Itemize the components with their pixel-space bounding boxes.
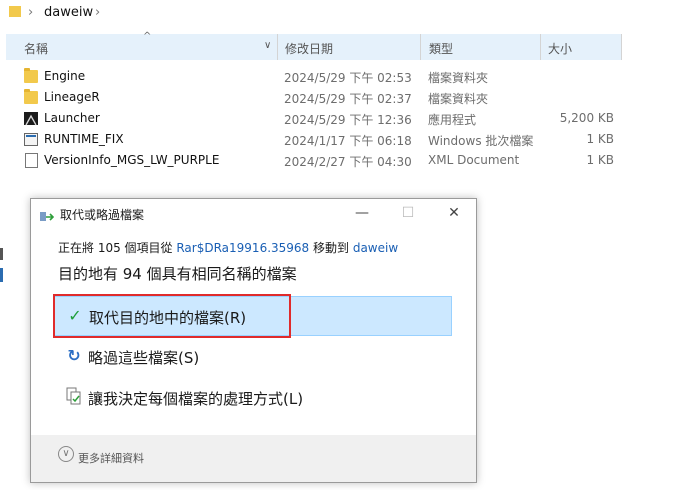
- file-date: 2024/5/29 下午 02:37: [284, 92, 412, 106]
- skip-arrow-icon: ↻: [67, 346, 81, 365]
- file-name: LineageR: [44, 90, 100, 104]
- column-divider[interactable]: [540, 34, 541, 60]
- source-link[interactable]: Rar$DRa19916.35968: [176, 241, 309, 255]
- file-name: RUNTIME_FIX: [44, 132, 124, 146]
- column-type[interactable]: 類型: [429, 40, 453, 57]
- column-date[interactable]: 修改日期: [285, 40, 333, 57]
- folder-icon: [24, 68, 38, 83]
- file-date: 2024/5/29 下午 12:36: [284, 113, 412, 127]
- column-name[interactable]: 名稱: [24, 40, 48, 57]
- file-row-runtime-fix[interactable]: RUNTIME_FIX 2024/1/17 下午 06:18 Windows 批…: [0, 129, 690, 150]
- more-details-link[interactable]: 更多詳細資料: [78, 450, 144, 466]
- file-type: 檔案資料夾: [428, 71, 489, 85]
- column-size[interactable]: 大小: [548, 40, 572, 57]
- file-row-lineager[interactable]: LineageR 2024/5/29 下午 02:37 檔案資料夾: [0, 87, 690, 108]
- progress-prefix: 正在將 105 個項目從: [58, 241, 177, 255]
- file-row-launcher[interactable]: Launcher 2024/5/29 下午 12:36 應用程式 5,200 K…: [0, 108, 690, 129]
- batch-file-icon: [24, 133, 38, 146]
- dialog-footer: ∨ 更多詳細資料: [31, 435, 476, 482]
- column-header: ^ 名稱 ∨ 修改日期 類型 大小: [6, 31, 622, 60]
- column-divider[interactable]: [621, 34, 622, 60]
- conflict-headline: 目的地有 94 個具有相同名稱的檔案: [58, 265, 297, 283]
- sort-up-icon: ^: [143, 31, 152, 42]
- file-type: 應用程式: [428, 113, 477, 127]
- annotation-highlight-box: [53, 294, 291, 338]
- destination-link[interactable]: daweiw: [353, 241, 398, 255]
- skip-option-label: 略過這些檔案(S): [88, 349, 200, 367]
- minimize-button[interactable]: —: [348, 203, 376, 223]
- file-size: 5,200 KB: [559, 111, 614, 125]
- app-icon: [24, 112, 38, 126]
- file-name: Engine: [44, 69, 86, 83]
- file-type: Windows 批次檔案: [428, 134, 534, 148]
- folder-icon: [24, 89, 38, 104]
- chevron-right-icon[interactable]: ›: [95, 5, 100, 20]
- breadcrumb-daweiw[interactable]: daweiw: [44, 5, 93, 20]
- address-bar: › daweiw ›: [0, 0, 690, 26]
- chevron-down-circle-icon[interactable]: ∨: [58, 446, 74, 462]
- folder-icon: [9, 6, 21, 17]
- replace-or-skip-dialog: 取代或略過檔案 — ☐ ✕ 正在將 105 個項目從 Rar$DRa19916.…: [30, 198, 477, 483]
- move-files-icon: [40, 208, 55, 227]
- xml-file-icon: [25, 153, 38, 168]
- nav-pane-edge: [0, 268, 3, 282]
- skip-files-option[interactable]: ↻ 略過這些檔案(S): [54, 337, 452, 377]
- maximize-button[interactable]: ☐: [394, 203, 422, 223]
- file-type: 檔案資料夾: [428, 92, 489, 106]
- file-size: 1 KB: [586, 153, 614, 167]
- chevron-right-icon[interactable]: ›: [28, 5, 33, 20]
- column-divider[interactable]: [420, 34, 421, 60]
- decide-option-label: 讓我決定每個檔案的處理方式(L): [88, 390, 304, 408]
- nav-pane-edge: [0, 248, 3, 260]
- file-name: Launcher: [44, 111, 100, 125]
- chevron-down-icon[interactable]: ∨: [264, 40, 271, 51]
- dialog-title: 取代或略過檔案: [60, 208, 145, 222]
- file-row-versioninfo[interactable]: VersionInfo_MGS_LW_PURPLE 2024/2/27 下午 0…: [0, 150, 690, 171]
- close-button[interactable]: ✕: [440, 203, 468, 223]
- column-divider[interactable]: [277, 34, 278, 60]
- file-name: VersionInfo_MGS_LW_PURPLE: [44, 153, 220, 167]
- progress-text: 正在將 105 個項目從 Rar$DRa19916.35968 移動到 dawe…: [58, 239, 398, 256]
- file-type: XML Document: [428, 153, 520, 167]
- file-size: 1 KB: [586, 132, 614, 146]
- file-date: 2024/5/29 下午 02:53: [284, 71, 412, 85]
- progress-middle: 移動到: [309, 241, 353, 255]
- file-row-engine[interactable]: Engine 2024/5/29 下午 02:53 檔案資料夾: [0, 66, 690, 87]
- decide-each-file-option[interactable]: 讓我決定每個檔案的處理方式(L): [54, 378, 452, 418]
- file-date: 2024/1/17 下午 06:18: [284, 134, 412, 148]
- file-date: 2024/2/27 下午 04:30: [284, 155, 412, 169]
- compare-files-icon: [65, 387, 83, 407]
